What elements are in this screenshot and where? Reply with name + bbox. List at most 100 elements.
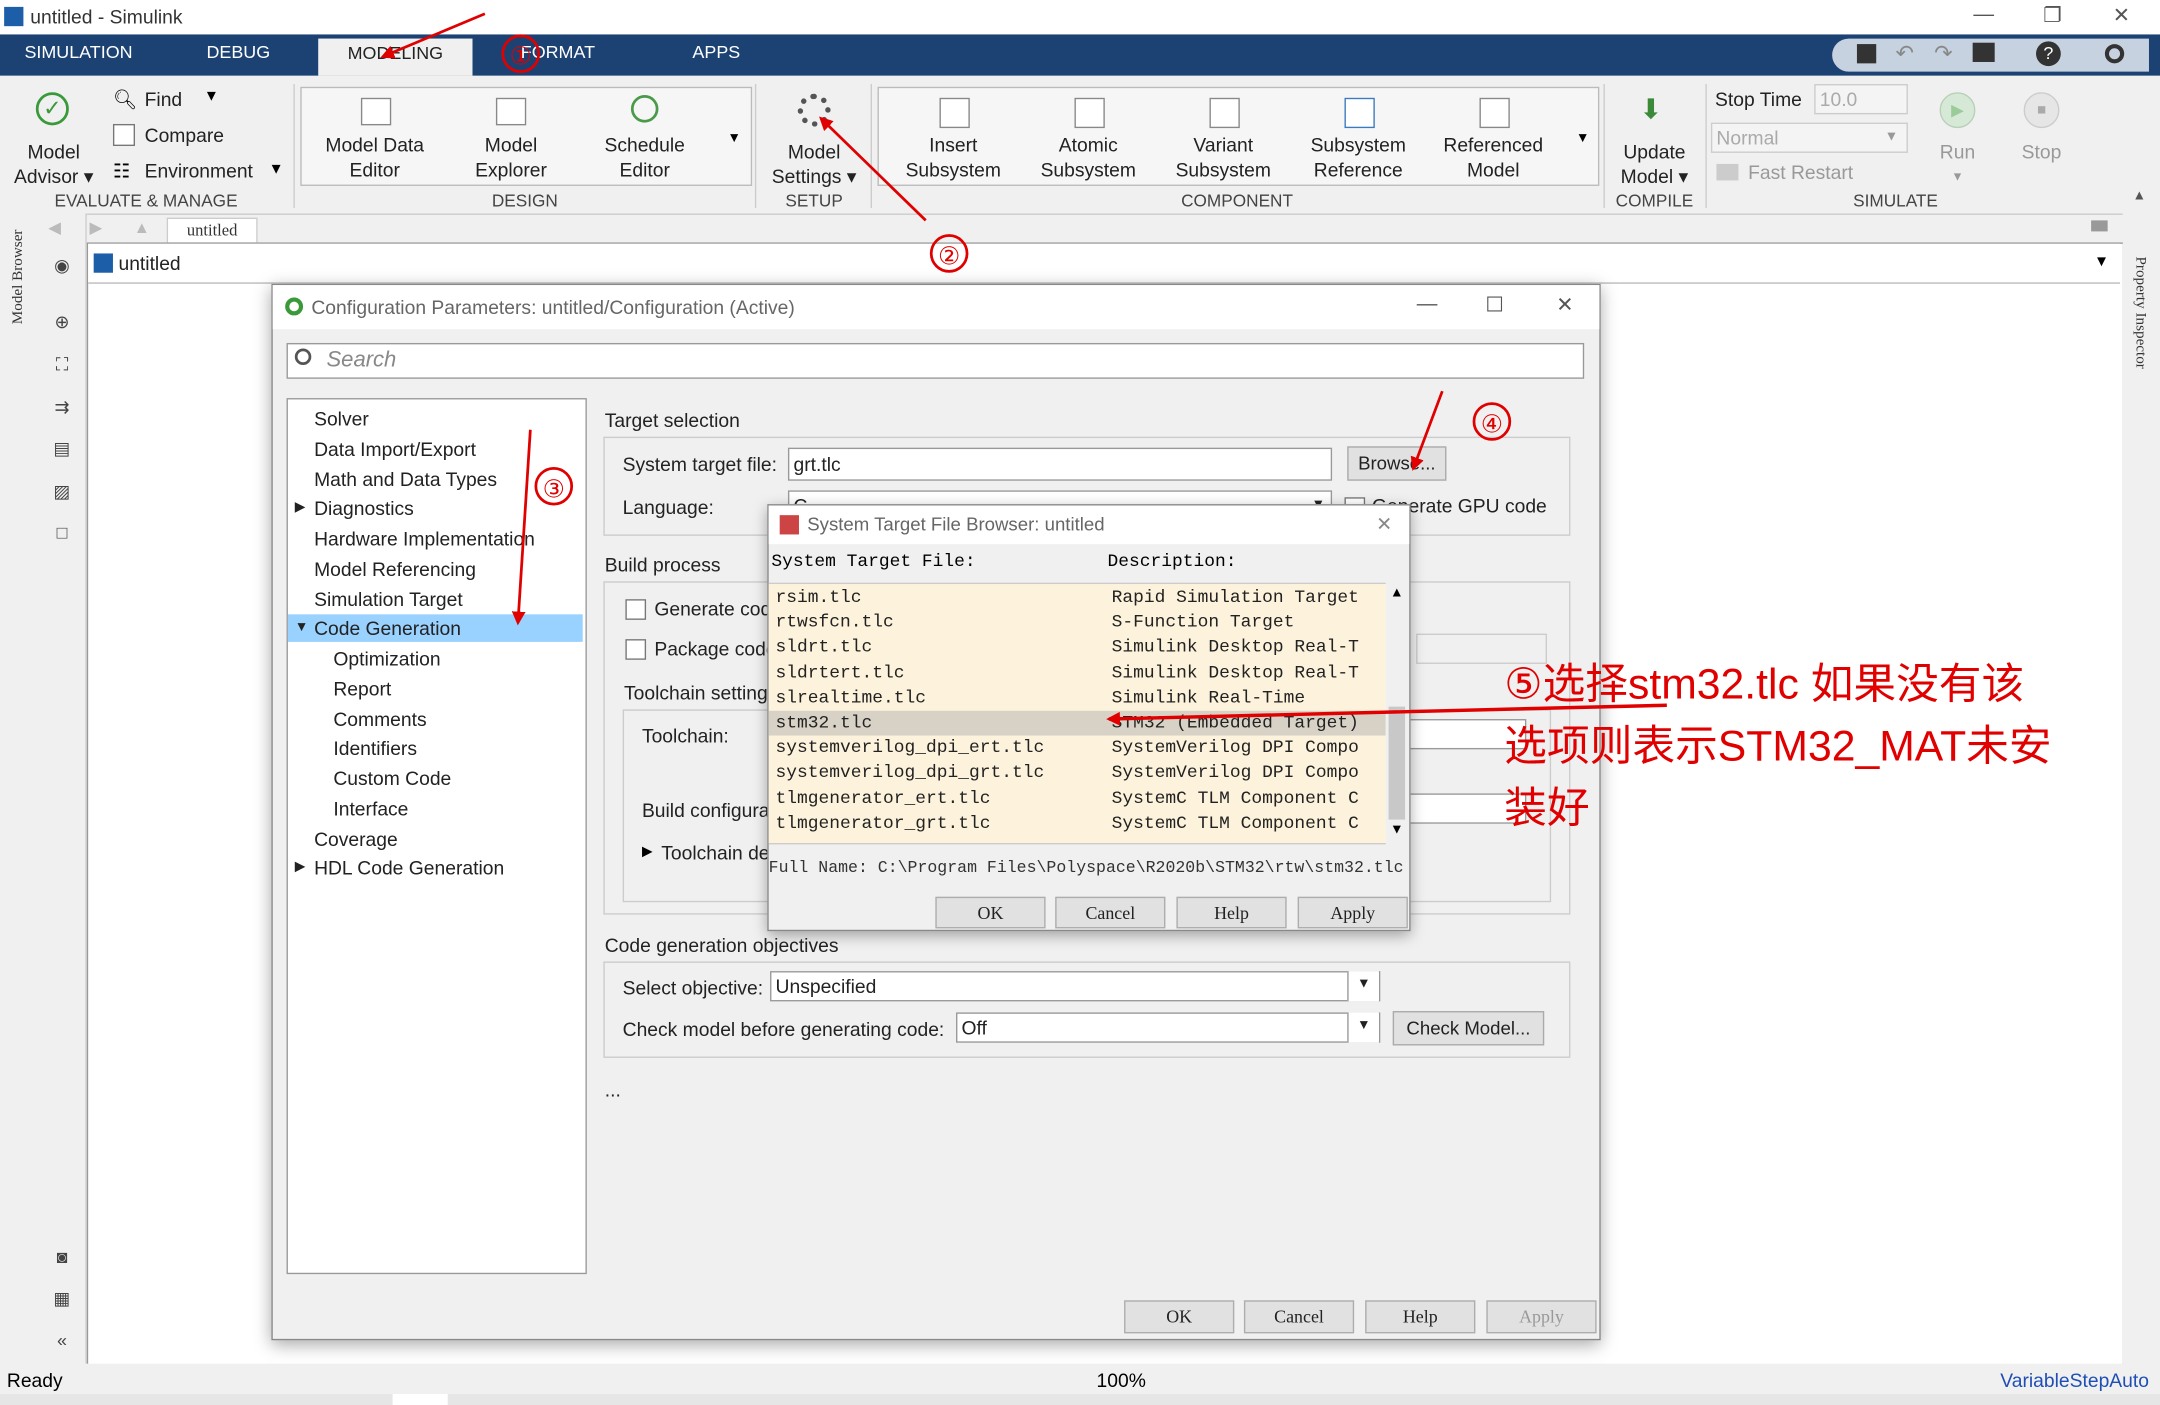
help-icon[interactable]: ? [2036,41,2061,67]
model-explorer-button[interactable]: Model Explorer [448,132,575,182]
hide-bar-icon[interactable] [2091,220,2108,232]
target-file-row[interactable]: sldrtert.tlc Simulink Desktop Real-T [769,661,1386,686]
tree-item[interactable]: Optimization [288,645,583,673]
scroll-down-icon[interactable]: ▼ [1390,822,1404,837]
target-file-row[interactable]: rtwsfcn.tlc S-Function Target [769,610,1386,635]
minimize-icon[interactable]: — [1970,3,1998,26]
model-settings-button[interactable]: Model Settings ▾ [760,139,867,189]
tab-debug[interactable]: DEBUG [193,34,284,75]
redo-icon[interactable]: ↷ [1934,40,1952,68]
check-model-select[interactable]: Off ▼ [956,1012,1381,1043]
select-objective-select[interactable]: Unspecified ▼ [770,971,1381,1002]
tree-item[interactable]: Coverage [288,824,583,852]
model-browser-tab[interactable]: Model Browser [10,215,27,339]
scroll-up-icon[interactable]: ▲ [1390,585,1404,600]
hide-browser-icon[interactable]: ◉ [51,255,73,277]
tree-item[interactable]: Simulation Target [288,585,583,613]
dropdown-arrow-icon[interactable]: ▼ [204,88,219,105]
tree-item[interactable]: Custom Code [288,764,583,792]
solver-link[interactable]: VariableStepAuto [2000,1369,2149,1391]
tab-simulation[interactable]: SIMULATION [17,34,141,75]
chevron-down-icon[interactable]: ▼ [2094,253,2109,270]
target-file-row[interactable]: systemverilog_dpi_ert.tlc SystemVerilog D… [769,736,1386,761]
browser-apply-button[interactable]: Apply [1297,896,1408,929]
more-ellipsis[interactable]: ... [605,1079,621,1101]
target-file-row[interactable]: sldrt.tlc Simulink Desktop Real-T [769,636,1386,661]
target-file-row[interactable]: slrealtime.tlc Simulink Real-Time [769,686,1386,711]
find-button[interactable]: Find [145,88,183,110]
simulation-mode-select[interactable]: Normal ▼ [1710,122,1908,153]
model-advisor-button[interactable]: Model Advisor ▾ [6,139,102,189]
fast-restart-button[interactable]: Fast Restart [1748,161,1853,183]
dropdown-arrow-icon[interactable]: ▼ [269,161,284,178]
column-header-file[interactable]: System Target File: [771,551,975,572]
cancel-button[interactable]: Cancel [1243,1300,1355,1334]
browse-button[interactable]: Browse... [1347,446,1447,481]
collapsed-arrow-icon[interactable]: ▶ [295,854,306,882]
model-data-editor-button[interactable]: Model Data Editor [311,132,438,182]
tree-item[interactable]: Interface [288,794,583,822]
zoom-icon[interactable]: ⊕ [51,311,73,333]
tree-item[interactable]: Solver [288,405,583,433]
signal-lines-icon[interactable]: ⇉ [51,397,73,419]
target-file-row[interactable]: rsim.tlc Rapid Simulation Target [769,585,1386,610]
generate-code-checkbox[interactable] [625,599,647,620]
area-icon[interactable]: □ [51,522,73,544]
collapse-ribbon-icon[interactable]: ▲ [2132,189,2146,204]
apply-button[interactable]: Apply [1486,1300,1597,1334]
settings-icon[interactable] [2104,44,2125,64]
target-file-row[interactable]: stm32.tlc STM32 (Embedded Target) [768,710,1386,736]
package-code-checkbox[interactable] [625,639,647,660]
minimize-icon[interactable]: — [1413,292,1441,315]
close-icon[interactable]: ✕ [1551,292,1579,316]
tree-item[interactable]: Comments [288,705,583,733]
browser-ok-button[interactable]: OK [935,896,1046,929]
breadcrumb-tab[interactable]: untitled [166,217,258,244]
scroll-thumb[interactable] [1388,706,1406,820]
collapsed-arrow-icon[interactable]: ▶ [295,495,306,523]
stop-button[interactable]: Stop [2007,139,2076,164]
run-button[interactable]: Run ▼ [1923,139,1992,189]
forward-icon[interactable]: ▶ [90,218,103,237]
up-icon[interactable]: ▲ [134,218,150,237]
annotation-icon[interactable]: ▤ [51,438,73,460]
column-header-description[interactable]: Description: [1108,551,1237,572]
tree-item[interactable]: Hardware Implementation [288,525,583,553]
maximize-icon[interactable]: ☐ [1481,292,1509,316]
tree-item[interactable]: Model Referencing [288,555,583,583]
property-inspector-tab[interactable]: Property Inspector [2132,223,2149,402]
tree-item[interactable]: Report [288,675,583,703]
update-model-button[interactable]: Update Model ▾ [1606,139,1702,189]
tree-item[interactable]: Identifiers [288,735,583,763]
variant-subsystem-button[interactable]: Variant Subsystem [1159,132,1288,182]
target-file-list[interactable]: rsim.tlc Rapid Simulation Target rtwsfcn.t… [768,582,1386,845]
environment-button[interactable]: Environment [145,160,253,182]
tab-modeling[interactable]: MODELING [318,38,473,76]
image-icon[interactable]: ▨ [51,481,73,503]
gallery-expand-icon[interactable]: ▼ [1576,131,1590,146]
gallery-expand-icon[interactable]: ▼ [727,131,741,146]
undo-icon[interactable]: ↶ [1896,40,1914,68]
print-icon[interactable] [1972,42,1995,62]
browser-cancel-button[interactable]: Cancel [1055,896,1166,929]
ok-button[interactable]: OK [1124,1300,1235,1334]
check-model-button[interactable]: Check Model... [1392,1011,1545,1046]
close-icon[interactable]: ✕ [1376,512,1392,535]
back-icon[interactable]: ◀ [48,218,61,237]
subsystem-reference-button[interactable]: Subsystem Reference [1292,132,1424,182]
insert-subsystem-button[interactable]: Insert Subsystem [889,132,1018,182]
schedule-editor-button[interactable]: Schedule Editor [581,132,708,182]
list-scrollbar[interactable]: ▲ ▼ [1385,582,1408,842]
expanded-arrow-icon[interactable]: ▼ [295,615,309,643]
target-file-row[interactable]: tlmgenerator_grt.tlc SystemC TLM Componen… [769,811,1386,836]
camera-icon[interactable]: ◙ [51,1247,73,1269]
model-data-icon[interactable]: ▦ [51,1288,73,1310]
search-input[interactable]: Search [286,342,1585,379]
browser-help-button[interactable]: Help [1176,896,1287,929]
compare-button[interactable]: Compare [145,124,224,146]
tree-item[interactable]: ▶ HDL Code Generation [288,854,583,882]
stop-time-input[interactable]: 10.0 [1814,84,1908,115]
expand-arrow-icon[interactable]: ▶ [642,844,653,859]
target-file-row[interactable]: systemverilog_dpi_grt.tlc SystemVerilog D… [769,761,1386,786]
atomic-subsystem-button[interactable]: Atomic Subsystem [1024,132,1153,182]
